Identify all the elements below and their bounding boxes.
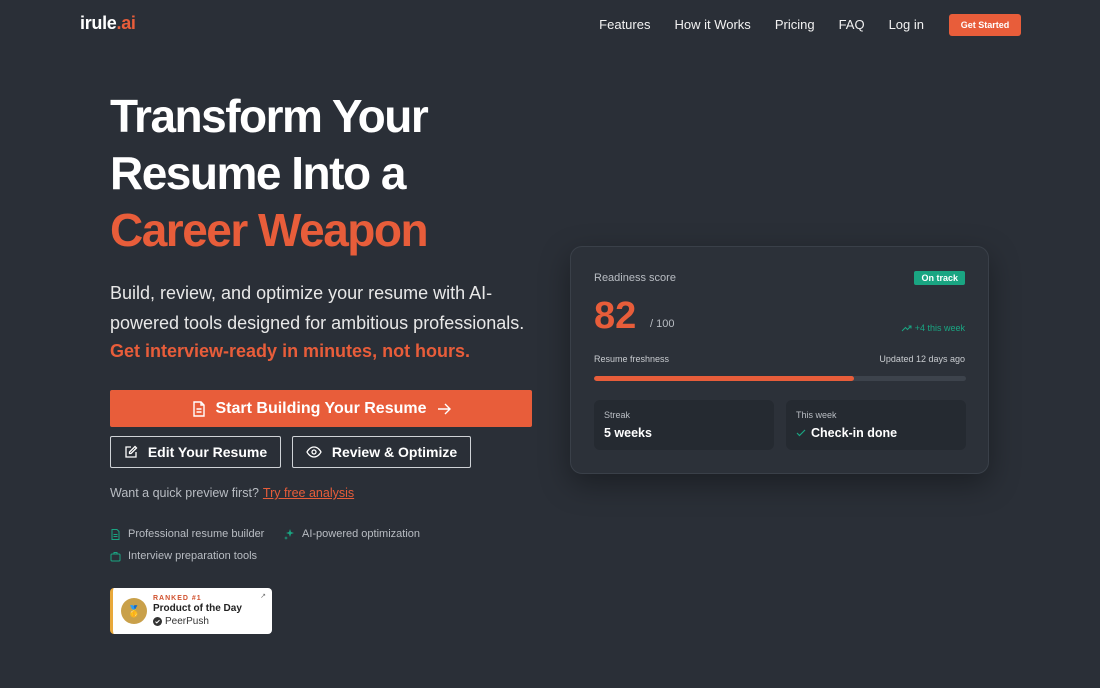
try-free-analysis-link[interactable]: Try free analysis (263, 486, 354, 500)
start-building-label: Start Building Your Resume (215, 399, 427, 417)
nav-link-how-it-works[interactable]: How it Works (674, 17, 750, 32)
score-delta-text: +4 this week (914, 323, 965, 333)
top-nav: irule.ai Features How it Works Pricing F… (0, 0, 1100, 50)
nav-link-faq[interactable]: FAQ (839, 17, 865, 32)
check-icon (796, 429, 806, 437)
medal-icon: 🥇 (121, 598, 147, 624)
badge-rank: RANKED #1 (153, 595, 202, 602)
badge-title: Product of the Day (153, 603, 242, 614)
preview-text: Want a quick preview first? (110, 486, 259, 500)
briefcase-icon (110, 551, 121, 561)
feature-label: Interview preparation tools (128, 550, 258, 562)
score-delta: +4 this week (901, 323, 965, 333)
nav-link-features[interactable]: Features (599, 17, 650, 32)
review-optimize-button[interactable]: Review & Optimize (292, 436, 471, 468)
external-link-icon: ↗ (260, 593, 266, 600)
hero-subtitle: Build, review, and optimize your resume … (110, 283, 525, 333)
feature-item: Professional resume builder (110, 528, 264, 540)
streak-value: 5 weeks (604, 426, 652, 440)
document-icon (192, 400, 205, 417)
nav-links: Features How it Works Pricing FAQ Log in (575, 17, 924, 32)
trend-up-icon (901, 325, 912, 332)
freshness-progress-fill (594, 376, 855, 381)
freshness-updated: Updated 12 days ago (879, 354, 965, 364)
readiness-score: 82 (594, 295, 637, 337)
review-optimize-label: Review & Optimize (331, 444, 458, 460)
sparkle-icon (284, 528, 294, 540)
verified-icon (153, 617, 162, 626)
week-stat: This week Check-in done (786, 400, 966, 450)
product-of-the-day-badge[interactable]: 🥇 RANKED #1 Product of the Day PeerPush … (110, 588, 272, 634)
pencil-icon (125, 445, 138, 458)
hero-title-line-1: Transform Your (110, 90, 429, 142)
preview-prompt: Want a quick preview first? Try free anal… (110, 486, 354, 500)
score-max: / 100 (650, 318, 675, 330)
week-label: This week (796, 410, 837, 420)
status-badge: On track (914, 271, 965, 285)
feature-item: Interview preparation tools (110, 550, 257, 562)
week-value-text: Check-in done (811, 426, 898, 440)
feature-label: Professional resume builder (128, 528, 265, 540)
hero-title: Transform Your Resume Into a Career Weap… (110, 88, 429, 259)
nav-link-login[interactable]: Log in (889, 17, 924, 32)
logo-suffix: .ai (116, 13, 136, 33)
arrow-right-icon (437, 403, 451, 414)
logo[interactable]: irule.ai (80, 13, 136, 34)
feature-item: AI-powered optimization (284, 528, 420, 540)
readiness-card: Readiness score On track 82 / 100 +4 thi… (570, 246, 989, 474)
freshness-progress-bar (594, 376, 966, 381)
eye-icon (306, 446, 322, 458)
streak-label: Streak (604, 410, 631, 420)
start-building-button[interactable]: Start Building Your Resume (110, 390, 532, 427)
readiness-label: Readiness score (594, 272, 676, 284)
logo-name: irule (80, 13, 117, 33)
get-started-button[interactable]: Get Started (949, 14, 1021, 36)
badge-source: PeerPush (165, 616, 209, 627)
nav-link-pricing[interactable]: Pricing (775, 17, 815, 32)
hero-subtitle-accent: Get interview-ready in minutes, not hour… (110, 341, 471, 361)
hero-title-accent: Career Weapon (110, 204, 429, 256)
streak-stat: Streak 5 weeks (594, 400, 774, 450)
freshness-label: Resume freshness (594, 354, 670, 364)
week-value: Check-in done (796, 426, 897, 440)
feature-label: AI-powered optimization (302, 528, 421, 540)
document-icon (111, 528, 120, 540)
edit-resume-button[interactable]: Edit Your Resume (110, 436, 281, 468)
edit-resume-label: Edit Your Resume (147, 444, 268, 460)
hero-title-line-2: Resume Into a (110, 147, 406, 199)
